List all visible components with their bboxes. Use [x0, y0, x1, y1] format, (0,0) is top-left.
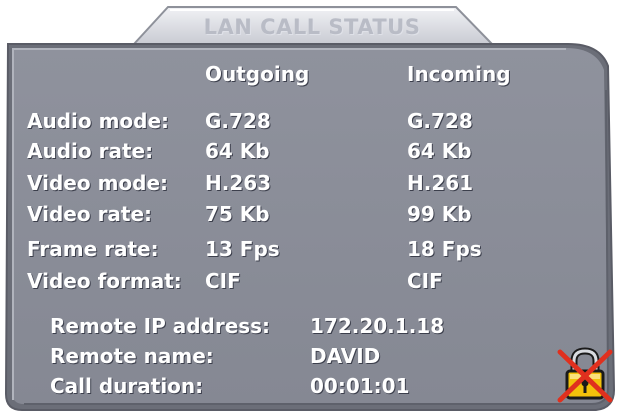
stat-incoming-value: H.261 — [407, 171, 474, 195]
stat-outgoing-value: 75 Kb — [205, 202, 270, 226]
remote-name-value: DAVID — [310, 344, 381, 368]
call-duration-value: 00:01:01 — [310, 374, 410, 398]
stat-label: Video rate: — [27, 202, 153, 226]
stat-outgoing-value: G.728 — [205, 109, 271, 133]
stat-label: Video format: — [27, 269, 182, 293]
stat-label: Frame rate: — [27, 237, 159, 261]
summary-label: Remote IP address: — [50, 314, 271, 338]
stat-outgoing-value: 64 Kb — [205, 139, 270, 163]
stat-label: Audio mode: — [27, 109, 170, 133]
stat-outgoing-value: H.263 — [205, 171, 272, 195]
lan-call-status-window: LAN CALL STATUS Outgoing Incoming Audio … — [0, 0, 624, 415]
remote-ip-value: 172.20.1.18 — [310, 314, 445, 338]
column-header-outgoing: Outgoing — [205, 62, 310, 86]
stat-label: Video mode: — [27, 171, 169, 195]
summary-label: Call duration: — [50, 374, 204, 398]
stat-outgoing-value: 13 Fps — [205, 237, 280, 261]
summary-label: Remote name: — [50, 344, 214, 368]
window-title: LAN CALL STATUS — [203, 15, 421, 39]
stat-incoming-value: CIF — [407, 269, 443, 293]
stat-label: Audio rate: — [27, 139, 154, 163]
stat-incoming-value: 99 Kb — [407, 202, 472, 226]
stat-incoming-value: G.728 — [407, 109, 473, 133]
stat-incoming-value: 18 Fps — [407, 237, 482, 261]
stat-incoming-value: 64 Kb — [407, 139, 472, 163]
column-header-incoming: Incoming — [407, 62, 511, 86]
stat-outgoing-value: CIF — [205, 269, 241, 293]
lock-crossed-icon — [557, 347, 613, 403]
